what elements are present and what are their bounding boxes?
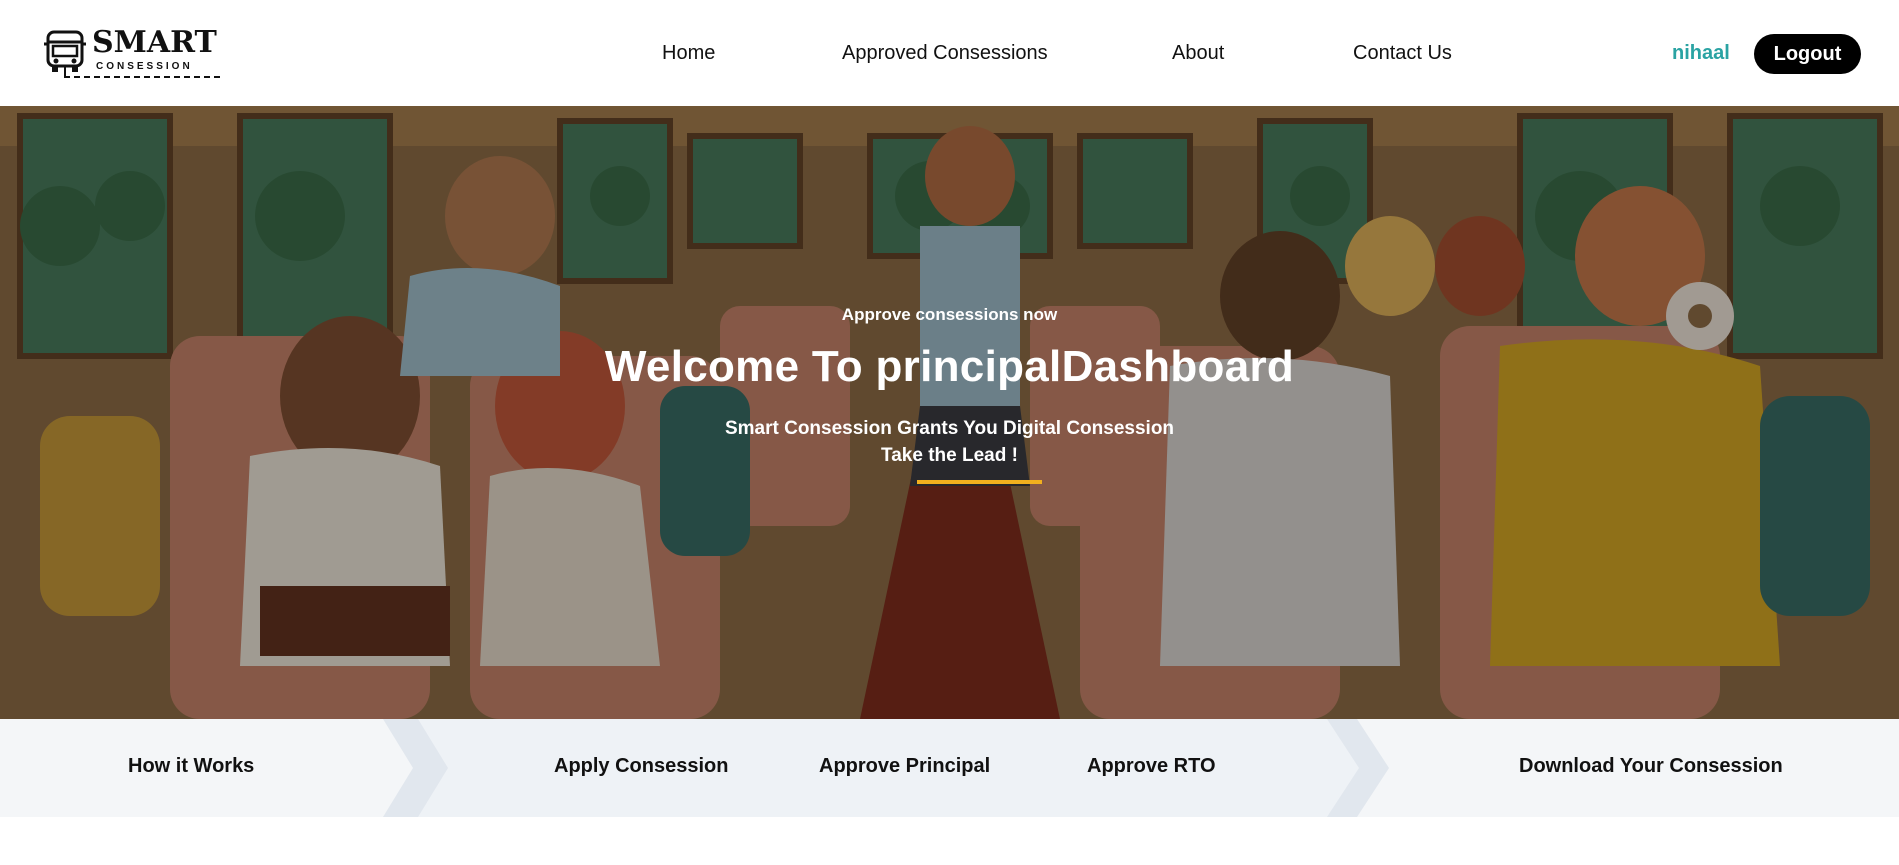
step-how-it-works: How it Works <box>128 755 255 777</box>
hero-title: Welcome To principalDashboard <box>604 342 1295 391</box>
nav-approved-consessions-link[interactable]: Approved Consessions <box>842 42 1048 65</box>
step-approve-principal: Approve Principal <box>819 755 991 777</box>
step-apply-consession: Apply Consession <box>554 755 729 777</box>
bus-icon <box>44 30 86 72</box>
step-approve-rto: Approve RTO <box>1087 755 1216 777</box>
nav-about-link[interactable]: About <box>1172 42 1224 65</box>
how-it-works-bar: How it Works Apply Consession Approve Pr… <box>0 719 1899 817</box>
logo-dash-decoration <box>64 76 220 78</box>
step-download-consession: Download Your Consession <box>1519 755 1783 777</box>
brand-logo[interactable]: SMART CONSESSION <box>44 26 224 82</box>
nav-home-link[interactable]: Home <box>662 42 715 65</box>
hero-overlay <box>0 106 1899 719</box>
logo-subtitle: CONSESSION <box>96 61 193 72</box>
hero-subtitle: Smart Consession Grants You Digital Cons… <box>724 418 1175 439</box>
username-label[interactable]: nihaal <box>1672 42 1730 65</box>
logo-title: SMART <box>92 25 217 60</box>
logout-button[interactable]: Logout <box>1754 34 1861 74</box>
hero-tagline: Take the Lead ! <box>881 445 1018 466</box>
navbar: SMART CONSESSION Home Approved Consessio… <box>0 0 1899 106</box>
nav-contact-link[interactable]: Contact Us <box>1353 42 1452 65</box>
hero-accent-underline <box>917 480 1042 484</box>
hero-banner: Approve consessions now Welcome To princ… <box>0 106 1899 719</box>
hero-kicker: Approve consessions now <box>841 305 1058 324</box>
